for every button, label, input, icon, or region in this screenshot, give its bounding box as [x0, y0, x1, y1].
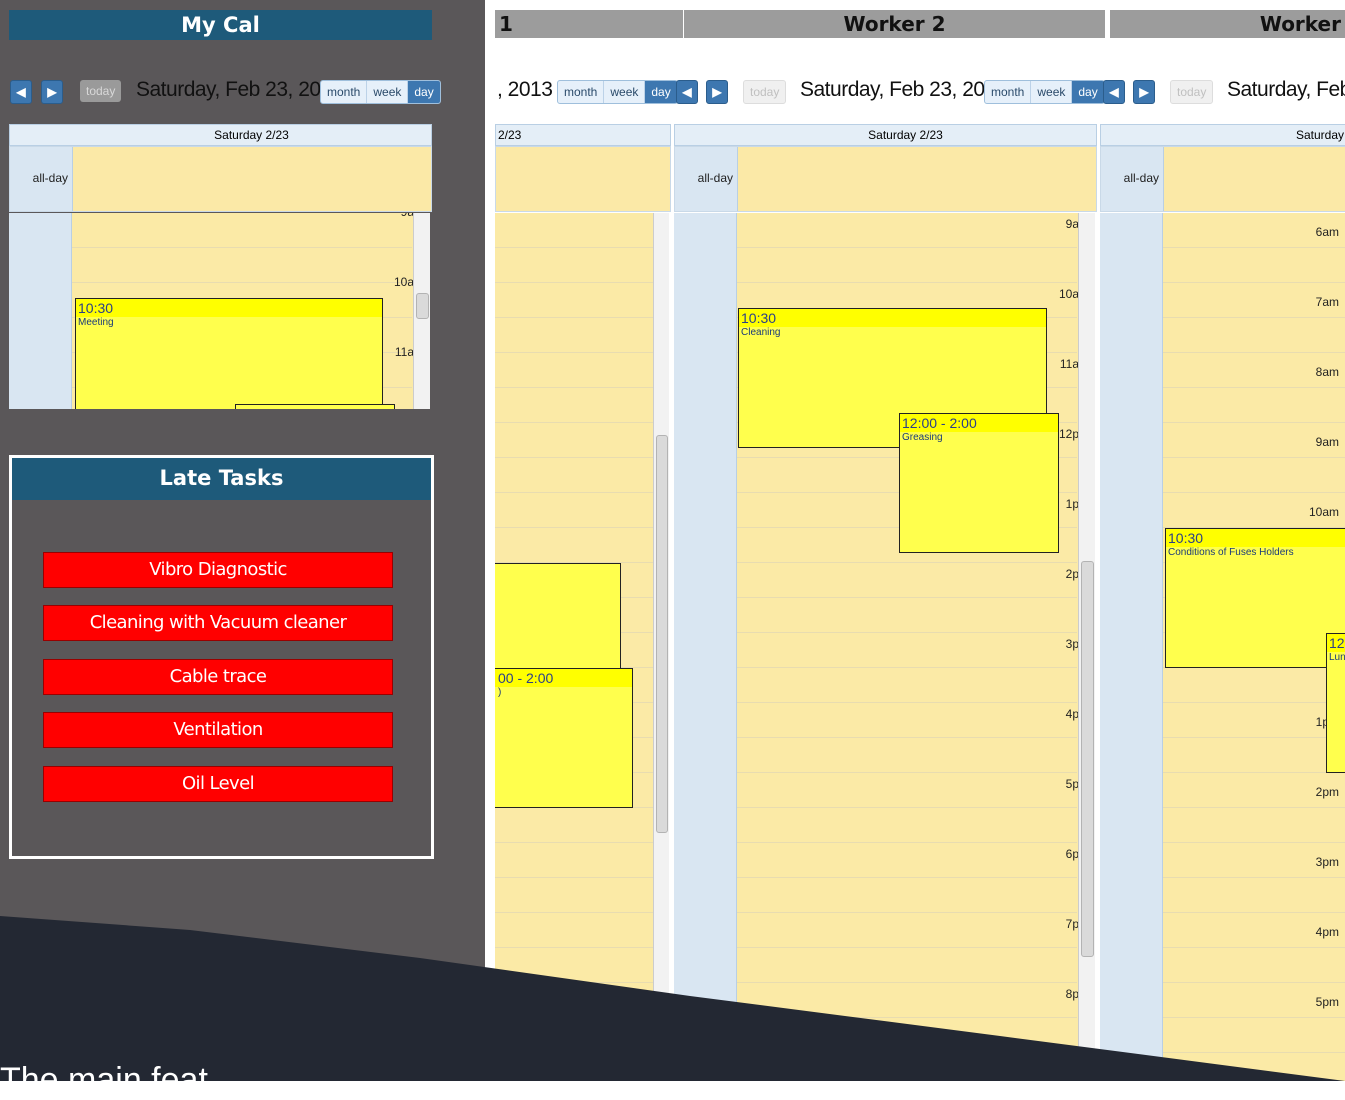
slide-shape	[0, 916, 1345, 1081]
footer-text: The main feat	[0, 1061, 208, 1099]
